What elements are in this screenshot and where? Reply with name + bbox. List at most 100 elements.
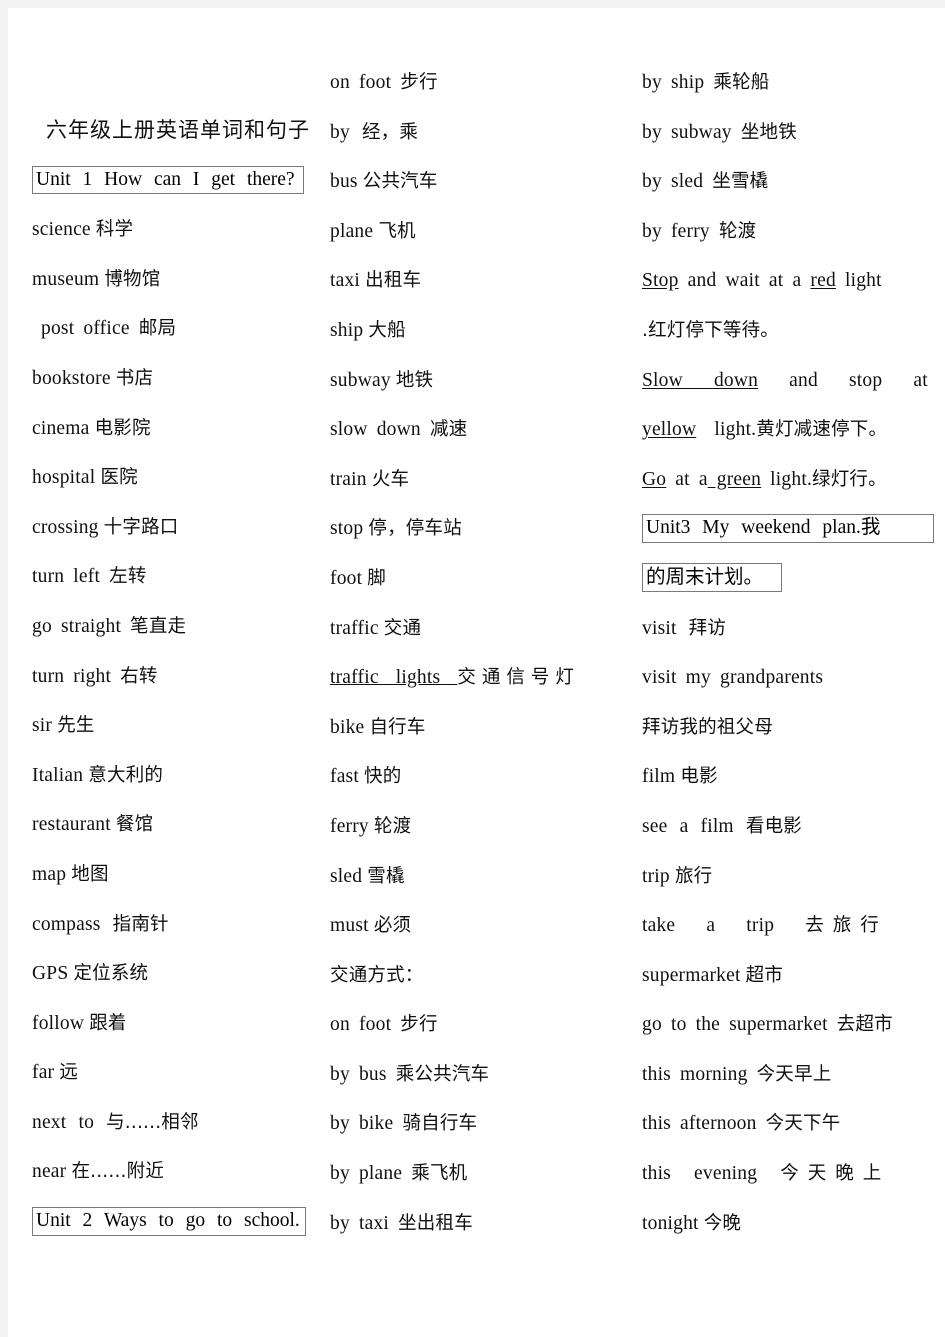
vocab-en: far	[32, 1062, 55, 1084]
vocab-entry: restaurant 餐馆	[32, 800, 320, 850]
vocab-en: next to	[32, 1111, 95, 1133]
unit2-heading-line: Unit 2 Ways to go to school.	[32, 1197, 320, 1247]
sentence-green-light: Go at a green light.绿灯行。	[642, 455, 934, 505]
unit1-heading-line: Unit 1 How can I get there?	[32, 156, 320, 206]
column-1-top-spacer	[32, 8, 320, 106]
vocab-entry: ferry 轮渡	[330, 802, 630, 852]
vocab-cn: 看电影	[745, 815, 802, 837]
sentence-keyword: red	[810, 270, 836, 292]
sentence-keyword: Stop	[642, 270, 679, 292]
vocab-entry: cinema 电影院	[32, 404, 320, 454]
vocab-en: visit	[642, 617, 677, 639]
sentence-keyword: green	[707, 468, 762, 490]
vocab-en: taxi	[330, 270, 361, 292]
vocab-cn: 科学	[95, 219, 134, 241]
vocab-entry: fast 快的	[330, 752, 630, 802]
vocab-en: by	[330, 121, 350, 143]
vocab-entry: supermarket 超市	[642, 951, 934, 1001]
vocab-cn: 快的	[364, 766, 402, 788]
vocab-entry: map 地图	[32, 850, 320, 900]
sentence-text: light	[835, 270, 882, 292]
vocab-cn: 在......附近	[71, 1161, 165, 1183]
vocab-cn: 火车	[371, 468, 410, 490]
vocab-entry: must 必须	[330, 901, 630, 951]
unit1-heading: Unit 1 How can I get there?	[32, 165, 304, 195]
vocab-en: trip	[642, 865, 670, 887]
vocab-entry: crossing 十字路口	[32, 503, 320, 553]
vocab-entry: on foot 步行	[330, 1000, 630, 1050]
vocab-entry: go straight 笔直走	[32, 602, 320, 652]
vocab-entry: this evening 今天晚上	[642, 1149, 934, 1199]
vocab-entry: ship 大船	[330, 306, 630, 356]
vocab-en: subway	[330, 369, 391, 391]
vocab-en: traffic lights	[330, 667, 441, 689]
vocab-en: fast	[330, 766, 359, 788]
vocab-cn: 地铁	[395, 369, 434, 391]
vocab-entry: subway 地铁	[330, 356, 630, 406]
vocab-entry: next to 与......相邻	[32, 1098, 320, 1148]
sentence-yellow-light-en-1: Slow down and stop at a	[642, 356, 945, 406]
sentence-red-light-cn: .红灯停下等待。	[642, 306, 934, 356]
vocab-en: follow	[32, 1012, 85, 1034]
vocab-cn: 笔直走	[130, 615, 187, 637]
vocab-entry: by taxi 坐出租车	[330, 1199, 630, 1249]
vocab-en: traffic	[330, 617, 379, 639]
vocab-en: by bike	[330, 1113, 394, 1135]
vocab-cn: 出租车	[365, 270, 422, 292]
sentence-cn: 绿灯行。	[812, 468, 887, 490]
vocab-en: turn left	[32, 566, 101, 588]
vocab-en: go straight	[32, 615, 122, 637]
vocab-en: stop	[330, 518, 364, 540]
vocab-entry: by bus 乘公共汽车	[330, 1050, 630, 1100]
vocab-entry: plane 飞机	[330, 207, 630, 257]
unit3-heading-line-2: 的周末计划。	[642, 554, 934, 604]
trailing-underline	[440, 667, 457, 688]
vocab-cn: 医院	[100, 467, 138, 489]
section-label-text: 交通方式：	[330, 964, 424, 986]
vocab-cn: 跟着	[89, 1012, 127, 1034]
vocab-cn: 交通信号灯	[457, 667, 580, 689]
vocab-cn: 乘公共汽车	[395, 1063, 490, 1085]
vocab-entry: Italian 意大利的	[32, 751, 320, 801]
vocab-en: by plane	[330, 1163, 403, 1185]
vocab-en: must	[330, 915, 369, 937]
vocab-cn: 今晚	[703, 1212, 742, 1234]
sentence-red-light-en: Stop and wait at a red light	[642, 256, 934, 306]
sentence-text: light.	[761, 468, 813, 490]
column-2: on foot 步行 by 经，乘 bus 公共汽车 plane 飞机 taxi…	[330, 8, 630, 1337]
sentence-keyword: Go	[642, 468, 667, 490]
vocab-entry: post office 邮局	[32, 304, 320, 354]
vocab-en: ship	[330, 319, 364, 341]
vocab-entry: tonight 今晚	[642, 1199, 934, 1249]
vocab-cn: 邮局	[138, 318, 177, 340]
vocab-en: by ship	[642, 72, 705, 93]
vocab-cn: 电影院	[94, 417, 151, 439]
unit3-heading-part-1: Unit3 My weekend plan.我	[642, 514, 934, 544]
vocab-en: foot	[330, 567, 363, 589]
sentence-text: light.	[696, 419, 757, 441]
vocab-entry: GPS 定位系统	[32, 949, 320, 999]
vocab-entry: this morning 今天早上	[642, 1050, 934, 1100]
vocab-cn: 步行	[400, 72, 438, 93]
vocab-entry: stop 停，停车站	[330, 504, 630, 554]
vocab-en: go to the supermarket	[642, 1014, 828, 1036]
vocab-cn: 减速	[429, 419, 468, 441]
vocab-cn: 停，停车站	[368, 518, 462, 540]
vocab-en: GPS	[32, 963, 69, 985]
vocab-en: Italian	[32, 764, 84, 786]
vocab-en: this evening	[642, 1163, 758, 1185]
unit2-heading: Unit 2 Ways to go to school.	[32, 1207, 306, 1236]
sentence-cn: .红灯停下等待。	[642, 319, 779, 341]
vocab-entry: bookstore 书店	[32, 354, 320, 404]
sentence-keyword: yellow	[642, 419, 697, 441]
vocab-cn: 意大利的	[88, 764, 164, 786]
vocab-en: restaurant	[32, 814, 111, 836]
column-3-top-spacer	[642, 8, 934, 58]
vocab-en: on foot	[330, 1014, 392, 1036]
vocab-en: bus	[330, 171, 358, 193]
vocab-cn: 雪橇	[367, 865, 405, 887]
column-1: 六年级上册英语单词和句子 Unit 1 How can I get there?…	[32, 8, 320, 1337]
vocab-en: sir	[32, 715, 53, 737]
vocab-en: film	[642, 766, 676, 788]
vocab-cn: 骑自行车	[402, 1113, 478, 1135]
